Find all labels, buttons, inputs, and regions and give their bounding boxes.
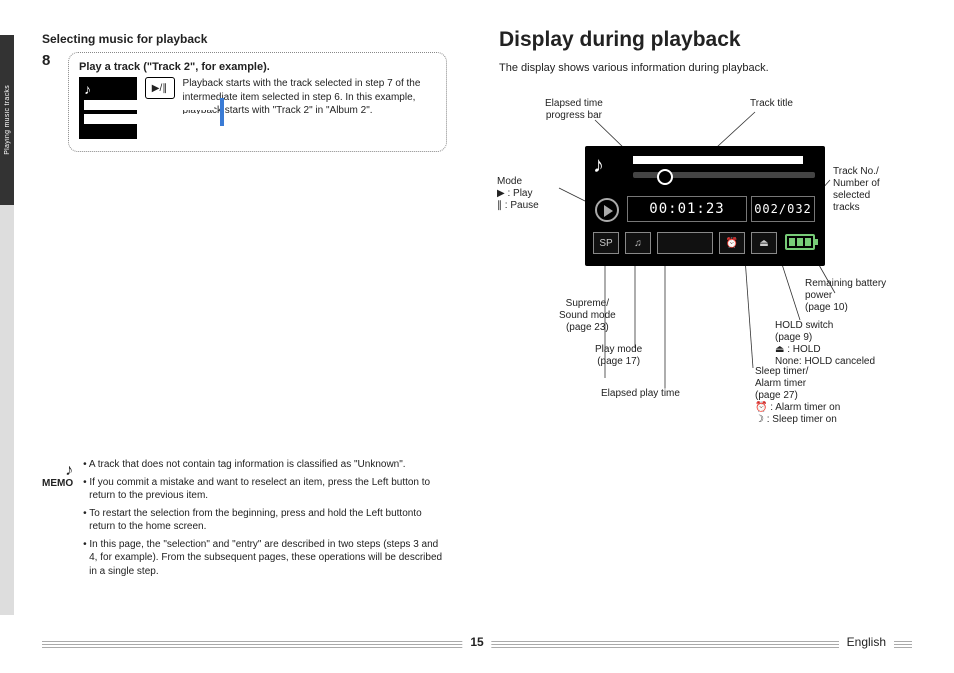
play-mode-icon: ♫ [625, 232, 651, 254]
hold-icon: ⏏ [751, 232, 777, 254]
step-number: 8 [42, 52, 58, 152]
label-sleep: Sleep timer/Alarm timer(page 27) ⏰ : Ala… [755, 366, 840, 426]
track-counter: 002/032 [751, 196, 815, 222]
step-box: Play a track ("Track 2", for example). ♪… [68, 52, 447, 152]
label-elapsed-play: Elapsed play time [601, 388, 680, 400]
section-tab: Playing music tracks [0, 35, 14, 205]
footer: 15 English [0, 631, 954, 655]
sound-mode-icon: SP [593, 232, 619, 254]
display-diagram: Elapsed timeprogress bar Track title Mod… [495, 98, 895, 408]
play-pause-button: ▶/∥ [145, 77, 175, 99]
page-number: 15 [462, 635, 491, 649]
memo-item: In this page, the "selection" and "entry… [83, 538, 447, 579]
step-title: Play a track ("Track 2", for example). [79, 61, 436, 73]
right-column: Display during playback The display show… [477, 0, 954, 623]
step-8: 8 Play a track ("Track 2", for example).… [42, 52, 447, 152]
label-hold: HOLD switch(page 9) ⏏ : HOLD None: HOLD … [775, 320, 875, 368]
device-screen: ♪ 00:01:23 002/032 SP ♫ ⏰ ⏏ [585, 146, 825, 266]
label-supreme: Supreme/Sound mode(page 23) [559, 298, 616, 334]
page-title: Display during playback [499, 28, 912, 52]
elapsed-time: 00:01:23 [627, 196, 747, 222]
battery-icon [785, 234, 815, 250]
elapsed-panel-icon [657, 232, 713, 254]
page-spread: Selecting music for playback 8 Play a tr… [0, 0, 954, 623]
note-icon: ♪ [593, 152, 604, 178]
note-icon: ♪ [84, 81, 91, 97]
mode-icon [595, 198, 619, 222]
label-track-no: Track No./Number ofselected tracks [833, 166, 895, 214]
intro-text: The display shows various information du… [499, 62, 912, 74]
progress-bar [633, 172, 815, 178]
mini-display: ♪ [79, 77, 137, 139]
sleep-timer-icon: ⏰ [719, 232, 745, 254]
title-bar [633, 156, 803, 164]
memo-block: ♪ MEMO A track that does not contain tag… [42, 458, 447, 582]
left-heading: Selecting music for playback [42, 32, 447, 46]
memo-item: To restart the selection from the beginn… [83, 507, 447, 534]
memo-item: If you commit a mistake and want to rese… [83, 476, 447, 503]
left-column: Selecting music for playback 8 Play a tr… [0, 0, 477, 623]
language-label: English [839, 635, 894, 649]
label-battery: Remaining batterypower(page 10) [805, 278, 886, 314]
memo-list: A track that does not contain tag inform… [83, 458, 447, 582]
memo-item: A track that does not contain tag inform… [83, 458, 447, 472]
memo-icon: ♪ MEMO [42, 458, 73, 582]
label-track-title: Track title [750, 98, 793, 110]
label-elapsed-bar: Elapsed timeprogress bar [545, 98, 603, 122]
label-play-mode: Play mode(page 17) [595, 344, 642, 368]
label-mode: Mode ▶ : Play ∥ : Pause [497, 176, 539, 212]
